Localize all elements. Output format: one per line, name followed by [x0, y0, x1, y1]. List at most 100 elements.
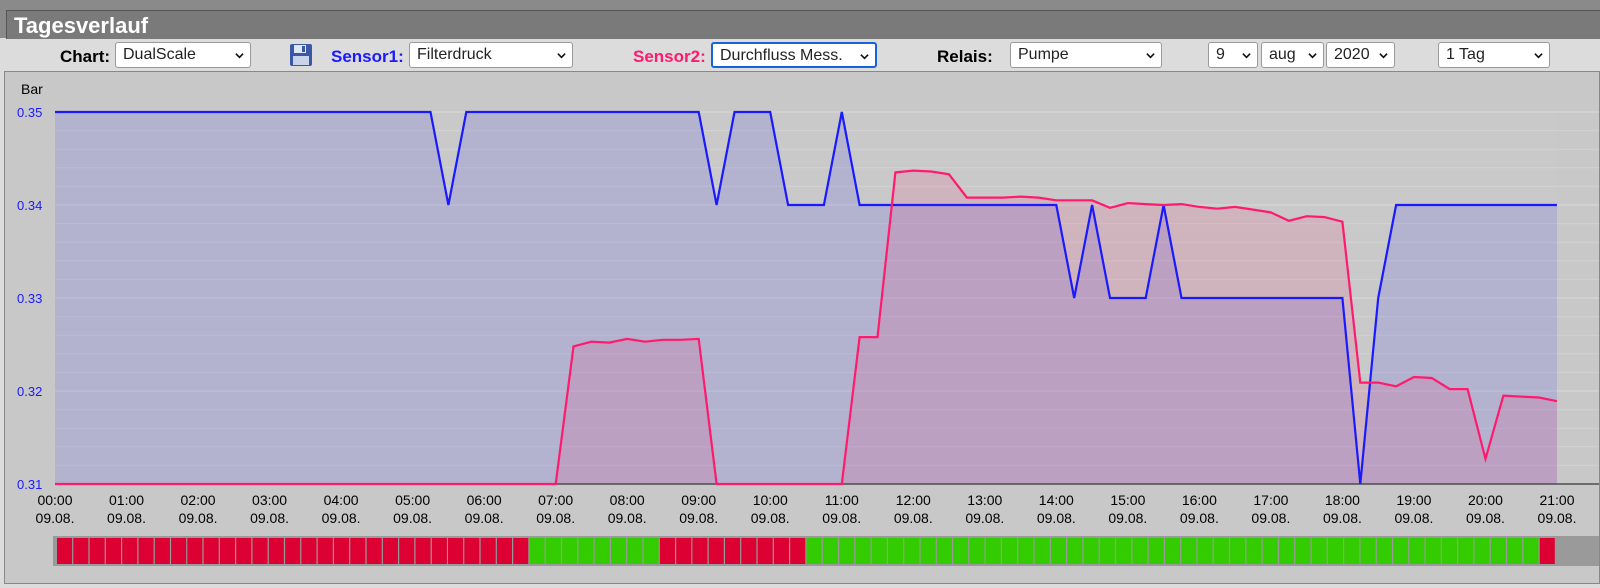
relay-cell: [1148, 538, 1164, 564]
floppy-disk-icon[interactable]: [289, 43, 313, 67]
relay-cell: [1181, 538, 1197, 564]
x-tick-time: 19:00: [1396, 492, 1431, 508]
relay-cell: [643, 538, 659, 564]
relay-cell: [790, 538, 806, 564]
x-tick-date: 09.08.: [1108, 510, 1147, 526]
relay-cell: [252, 538, 268, 564]
relay-cell: [953, 538, 969, 564]
month-select[interactable]: aug: [1261, 42, 1324, 68]
chevron-down-icon: [1308, 53, 1317, 59]
x-tick-time: 12:00: [896, 492, 931, 508]
relay-cell: [1360, 538, 1376, 564]
sensor1-select[interactable]: Filterdruck: [409, 42, 573, 68]
relay-cell: [1311, 538, 1327, 564]
x-tick-date: 09.08.: [393, 510, 432, 526]
relay-cell: [350, 538, 366, 564]
x-tick-time: 00:00: [37, 492, 72, 508]
relay-cell: [1262, 538, 1278, 564]
relay-cell: [366, 538, 382, 564]
sensor1-label: Sensor1:: [331, 47, 404, 66]
relay-cell: [334, 538, 350, 564]
relay-cell: [431, 538, 447, 564]
relay-cell: [888, 538, 904, 564]
relay-cell: [1344, 538, 1360, 564]
relay-cell: [415, 538, 431, 564]
relay-cell: [448, 538, 464, 564]
chart-label: Chart:: [60, 47, 111, 66]
x-tick-date: 09.08.: [107, 510, 146, 526]
relay-cell: [1230, 538, 1246, 564]
sensor2-select[interactable]: Durchfluss Mess.: [711, 42, 877, 68]
x-tick-date: 09.08.: [1323, 510, 1362, 526]
relay-cell: [122, 538, 138, 564]
chevron-down-icon: [235, 53, 244, 59]
relay-cell: [203, 538, 219, 564]
x-tick-date: 09.08.: [894, 510, 933, 526]
relay-cell: [839, 538, 855, 564]
title-panel: Tagesverlauf: [6, 10, 1600, 39]
relay-cell: [1327, 538, 1343, 564]
year-select[interactable]: 2020: [1326, 42, 1395, 68]
x-tick-time: 14:00: [1039, 492, 1074, 508]
x-tick-time: 02:00: [181, 492, 216, 508]
relay-cell: [1050, 538, 1066, 564]
relay-cell: [187, 538, 203, 564]
relay-cell: [1279, 538, 1295, 564]
relais-select[interactable]: Pumpe: [1010, 42, 1162, 68]
relay-strip: [53, 536, 1599, 566]
x-tick-time: 01:00: [109, 492, 144, 508]
x-tick-date: 09.08.: [751, 510, 790, 526]
x-tick-time: 20:00: [1468, 492, 1503, 508]
x-tick-time: 04:00: [324, 492, 359, 508]
chart-type-value: DualScale: [123, 46, 196, 63]
relay-cell: [105, 538, 121, 564]
relay-cell: [317, 538, 333, 564]
day-value: 9: [1216, 46, 1225, 63]
relay-cell: [773, 538, 789, 564]
relay-cell: [382, 538, 398, 564]
x-tick-date: 09.08.: [1251, 510, 1290, 526]
relay-cell: [969, 538, 985, 564]
relay-cell: [1393, 538, 1409, 564]
relay-cell: [594, 538, 610, 564]
relay-cell: [1165, 538, 1181, 564]
relay-cell: [708, 538, 724, 564]
x-tick-time: 15:00: [1110, 492, 1145, 508]
year-value: 2020: [1334, 46, 1370, 63]
x-tick-date: 09.08.: [322, 510, 361, 526]
relay-cell: [1197, 538, 1213, 564]
relay-cell: [692, 538, 708, 564]
relay-cell: [757, 538, 773, 564]
x-tick-date: 09.08.: [1466, 510, 1505, 526]
relay-cell: [1099, 538, 1115, 564]
y-tick-label: 0.34: [17, 198, 42, 213]
x-tick-date: 09.08.: [965, 510, 1004, 526]
relay-cell: [806, 538, 822, 564]
chart-type-select[interactable]: DualScale: [115, 42, 251, 68]
relay-cell: [936, 538, 952, 564]
relais-value: Pumpe: [1018, 46, 1069, 63]
x-tick-time: 03:00: [252, 492, 287, 508]
relay-cell: [1539, 538, 1555, 564]
range-select[interactable]: 1 Tag: [1438, 42, 1550, 68]
x-tick-time: 07:00: [538, 492, 573, 508]
relay-cell: [1425, 538, 1441, 564]
relay-cell: [1018, 538, 1034, 564]
chevron-down-icon: [1146, 53, 1155, 59]
y-tick-label: 0.31: [17, 477, 42, 492]
relay-cell: [1067, 538, 1083, 564]
relay-cell: [985, 538, 1001, 564]
day-select[interactable]: 9: [1208, 42, 1258, 68]
relay-cell: [138, 538, 154, 564]
x-tick-time: 13:00: [967, 492, 1002, 508]
sensor2-value: Durchfluss Mess.: [720, 47, 843, 64]
relay-cell: [1116, 538, 1132, 564]
window-title: Tagesverlauf: [14, 13, 149, 38]
relay-cell: [1002, 538, 1018, 564]
relay-cell: [1376, 538, 1392, 564]
x-tick-time: 16:00: [1182, 492, 1217, 508]
y-tick-label: 0.35: [17, 105, 42, 120]
x-tick-date: 09.08.: [465, 510, 504, 526]
x-tick-date: 09.08.: [679, 510, 718, 526]
relay-cell: [676, 538, 692, 564]
